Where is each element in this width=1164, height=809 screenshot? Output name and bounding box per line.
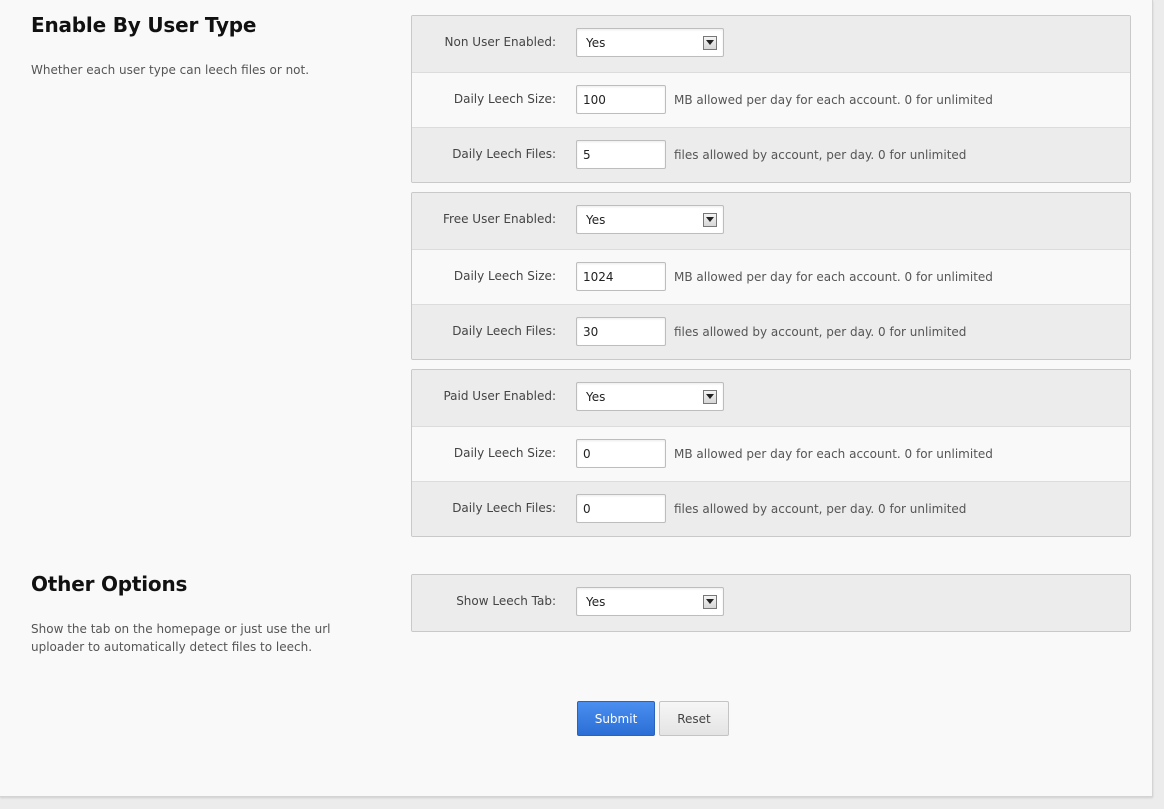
free-user-files-label: Daily Leech Files: (452, 324, 556, 338)
non-user-daily-leech-files-input[interactable] (576, 140, 666, 169)
paid-user-enabled-label: Paid User Enabled: (443, 389, 556, 403)
reset-button[interactable]: Reset (659, 701, 729, 736)
paid-user-files-row: Daily Leech Files: files allowed by acco… (412, 482, 1130, 536)
free-user-size-label: Daily Leech Size: (453, 269, 556, 283)
show-leech-tab-select[interactable]: Yes (576, 587, 724, 616)
non-user-files-hint: files allowed by account, per day. 0 for… (674, 148, 967, 162)
non-user-daily-leech-size-input[interactable] (576, 85, 666, 114)
non-user-size-row: Daily Leech Size: MB allowed per day for… (412, 73, 1130, 128)
free-user-enabled-label: Free User Enabled: (443, 212, 556, 226)
paid-user-files-label: Daily Leech Files: (452, 501, 556, 515)
chevron-down-icon[interactable] (703, 36, 717, 50)
submit-button[interactable]: Submit (577, 701, 655, 736)
paid-user-size-row: Daily Leech Size: MB allowed per day for… (412, 427, 1130, 482)
free-user-size-hint: MB allowed per day for each account. 0 f… (674, 270, 993, 284)
chevron-down-icon[interactable] (703, 390, 717, 404)
non-user-files-label: Daily Leech Files: (452, 147, 556, 161)
free-user-files-row: Daily Leech Files: files allowed by acco… (412, 305, 1130, 359)
select-value: Yes (586, 595, 606, 609)
free-user-daily-leech-size-input[interactable] (576, 262, 666, 291)
section-description-other-options: Show the tab on the homepage or just use… (31, 622, 331, 654)
chevron-down-icon[interactable] (703, 595, 717, 609)
paid-user-enabled-row: Paid User Enabled: Yes (412, 370, 1130, 427)
select-value: Yes (586, 213, 606, 227)
non-user-enabled-row: Non User Enabled: Yes (412, 16, 1130, 73)
free-user-fieldset: Free User Enabled: Yes Daily Leech Size:… (411, 192, 1131, 360)
free-user-enabled-select[interactable]: Yes (576, 205, 724, 234)
select-value: Yes (586, 36, 606, 50)
paid-user-size-hint: MB allowed per day for each account. 0 f… (674, 447, 993, 461)
non-user-files-row: Daily Leech Files: files allowed by acco… (412, 128, 1130, 182)
chevron-down-icon[interactable] (703, 213, 717, 227)
section-title-user-type: Enable By User Type (31, 13, 257, 37)
free-user-enabled-row: Free User Enabled: Yes (412, 193, 1130, 250)
show-leech-tab-label: Show Leech Tab: (456, 594, 556, 608)
paid-user-enabled-select[interactable]: Yes (576, 382, 724, 411)
paid-user-files-hint: files allowed by account, per day. 0 for… (674, 502, 967, 516)
select-value: Yes (586, 390, 606, 404)
settings-panel: Enable By User Type Whether each user ty… (0, 0, 1153, 797)
paid-user-daily-leech-files-input[interactable] (576, 494, 666, 523)
paid-user-daily-leech-size-input[interactable] (576, 439, 666, 468)
section-description-user-type: Whether each user type can leech files o… (31, 63, 310, 77)
non-user-fieldset: Non User Enabled: Yes Daily Leech Size: … (411, 15, 1131, 183)
free-user-daily-leech-files-input[interactable] (576, 317, 666, 346)
show-leech-tab-row: Show Leech Tab: Yes (412, 575, 1130, 631)
non-user-enabled-label: Non User Enabled: (444, 35, 556, 49)
paid-user-fieldset: Paid User Enabled: Yes Daily Leech Size:… (411, 369, 1131, 537)
leech-tab-fieldset: Show Leech Tab: Yes (411, 574, 1131, 632)
non-user-size-label: Daily Leech Size: (453, 92, 556, 106)
free-user-files-hint: files allowed by account, per day. 0 for… (674, 325, 967, 339)
free-user-size-row: Daily Leech Size: MB allowed per day for… (412, 250, 1130, 305)
non-user-size-hint: MB allowed per day for each account. 0 f… (674, 93, 993, 107)
section-title-other-options: Other Options (31, 572, 188, 596)
paid-user-size-label: Daily Leech Size: (453, 446, 556, 460)
non-user-enabled-select[interactable]: Yes (576, 28, 724, 57)
